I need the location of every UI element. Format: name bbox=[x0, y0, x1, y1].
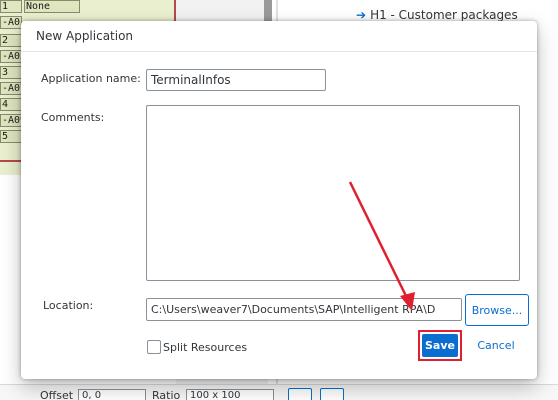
comments-textarea[interactable] bbox=[146, 105, 520, 281]
arrow-right-icon: ➔ bbox=[356, 8, 367, 22]
split-resources-checkbox[interactable] bbox=[147, 340, 161, 354]
bottom-toolbar: Offset 0, 0 Ratio 100 x 100 bbox=[0, 384, 558, 400]
new-application-dialog: New Application Application name: Termin… bbox=[21, 21, 537, 379]
background-scrollbar-thumb[interactable] bbox=[264, 0, 272, 22]
ratio-label: Ratio bbox=[152, 389, 181, 400]
application-name-input[interactable]: TerminalInfos bbox=[146, 69, 326, 91]
grid-cell: 5 bbox=[0, 130, 22, 143]
grid-cell: None bbox=[24, 0, 80, 13]
offset-label: Offset bbox=[40, 389, 74, 400]
application-name-label: Application name: bbox=[41, 72, 141, 85]
grid-cell: 1 bbox=[0, 0, 22, 13]
location-input[interactable]: C:\Users\weaver7\Documents\SAP\Intellige… bbox=[146, 298, 462, 321]
ratio-field[interactable]: 100 x 100 bbox=[186, 389, 274, 400]
save-button[interactable]: Save bbox=[422, 334, 458, 357]
dialog-header-divider bbox=[21, 51, 537, 52]
location-label: Location: bbox=[43, 299, 94, 312]
browse-button[interactable]: Browse... bbox=[465, 294, 529, 326]
grid-cell: -A03 bbox=[0, 16, 22, 29]
grid-cell: -A07 bbox=[0, 82, 22, 95]
toolbar-button[interactable] bbox=[320, 388, 344, 400]
cancel-button[interactable]: Cancel bbox=[473, 334, 519, 357]
grid-cell: 4 bbox=[0, 98, 22, 111]
grid-cell: -A05 bbox=[0, 50, 22, 63]
grid-cell: 3 bbox=[0, 66, 22, 79]
dialog-title: New Application bbox=[36, 29, 134, 43]
tree-item[interactable]: ➔ H1 - Customer packages bbox=[356, 8, 518, 22]
grid-cell: 2 bbox=[0, 34, 22, 47]
comments-label: Comments: bbox=[41, 111, 105, 124]
offset-field[interactable]: 0, 0 bbox=[78, 389, 146, 400]
grid-cell: -A09 bbox=[0, 114, 22, 127]
split-resources-label: Split Resources bbox=[163, 341, 248, 354]
toolbar-button[interactable] bbox=[288, 388, 312, 400]
tree-item-label: H1 - Customer packages bbox=[370, 8, 518, 22]
